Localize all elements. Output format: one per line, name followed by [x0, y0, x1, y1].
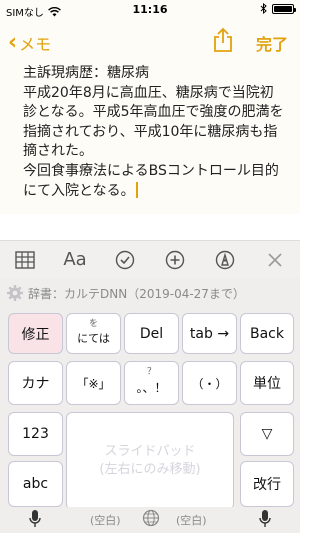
plus-circle-icon: [165, 250, 185, 269]
punctuation-key[interactable]: ？ 。、！: [124, 361, 179, 405]
punctuation-key-sub: ？: [146, 367, 156, 377]
status-bar: SIMなし 11:16: [0, 0, 300, 20]
abc-key[interactable]: abc: [8, 461, 63, 507]
dictionary-label: 辞書：カルテDNN（2019-04-27まで）: [28, 286, 245, 301]
paren-key[interactable]: （・）: [182, 361, 237, 405]
wo-key-main: にては: [77, 331, 110, 345]
done-button[interactable]: 完了: [256, 31, 288, 55]
enter-key[interactable]: 改行: [240, 461, 294, 507]
gear-icon[interactable]: [6, 284, 24, 302]
globe-icon[interactable]: [142, 509, 160, 527]
wo-key[interactable]: を にては: [66, 313, 121, 354]
back-button[interactable]: ‹ メモ: [8, 31, 51, 55]
unit-key[interactable]: 単位: [240, 361, 294, 405]
slide-pad-title: スライドパッド: [104, 444, 196, 459]
kana-key[interactable]: カナ: [8, 361, 63, 405]
note-text[interactable]: 主訴現病歴：糖尿病 平成20年8月に高血圧、糖尿病で当院初診となる。平成5年高血…: [23, 64, 285, 201]
nav-bar: ‹ メモ 完了: [0, 20, 300, 64]
format-toolbar: Aa: [0, 240, 300, 278]
slide-pad[interactable]: スライドパッド (左右にのみ移動): [66, 412, 234, 510]
keyboard: 修正 を にては Del tab → Back カナ 「※」 ？ 。、！ （・）…: [0, 308, 300, 533]
wo-key-sub: を: [88, 319, 98, 329]
markup-button[interactable]: [207, 245, 243, 275]
table-icon: [15, 250, 35, 269]
bracket-key[interactable]: 「※」: [66, 361, 121, 405]
close-icon: [268, 252, 282, 267]
status-time: 11:16: [132, 3, 168, 16]
microphone-icon-right[interactable]: [258, 509, 272, 529]
status-right: [260, 3, 296, 14]
number-key[interactable]: 123: [8, 412, 63, 456]
close-toolbar-button[interactable]: [257, 245, 293, 275]
checkmark-circle-icon: [115, 250, 135, 269]
tab-key[interactable]: tab →: [182, 313, 237, 354]
checklist-button[interactable]: [107, 245, 143, 275]
pen-circle-icon: [215, 250, 235, 269]
chevron-left-icon: ‹: [8, 30, 18, 55]
triangle-key[interactable]: ▽: [240, 412, 294, 456]
text-caret: [135, 181, 138, 198]
back-label: メモ: [19, 35, 52, 54]
dictionary-bar: 辞書：カルテDNN（2019-04-27まで）: [0, 278, 300, 308]
text-format-label: Aa: [63, 249, 87, 270]
note-area[interactable]: 主訴現病歴：糖尿病 平成20年8月に高血圧、糖尿病で当院初診となる。平成5年高血…: [0, 64, 300, 214]
bluetooth-icon: [260, 3, 267, 14]
delete-key[interactable]: Del: [124, 313, 179, 354]
punctuation-key-main: 。、！: [136, 380, 167, 395]
space-key-left[interactable]: (空白): [90, 512, 121, 528]
backspace-key[interactable]: Back: [240, 313, 294, 354]
microphone-icon[interactable]: [28, 509, 42, 529]
space-key-right[interactable]: (空白): [176, 512, 207, 528]
correct-key[interactable]: 修正: [8, 313, 63, 354]
slide-pad-hint: (左右にのみ移動): [99, 462, 201, 477]
keyboard-bottom-bar: (空白) (空白): [0, 507, 300, 533]
table-button[interactable]: [7, 245, 43, 275]
share-icon[interactable]: [212, 27, 234, 53]
text-format-button[interactable]: Aa: [57, 245, 93, 275]
battery-icon: [272, 3, 296, 14]
insert-button[interactable]: [157, 245, 193, 275]
note-body: 主訴現病歴：糖尿病 平成20年8月に高血圧、糖尿病で当院初診となる。平成5年高血…: [23, 65, 284, 199]
